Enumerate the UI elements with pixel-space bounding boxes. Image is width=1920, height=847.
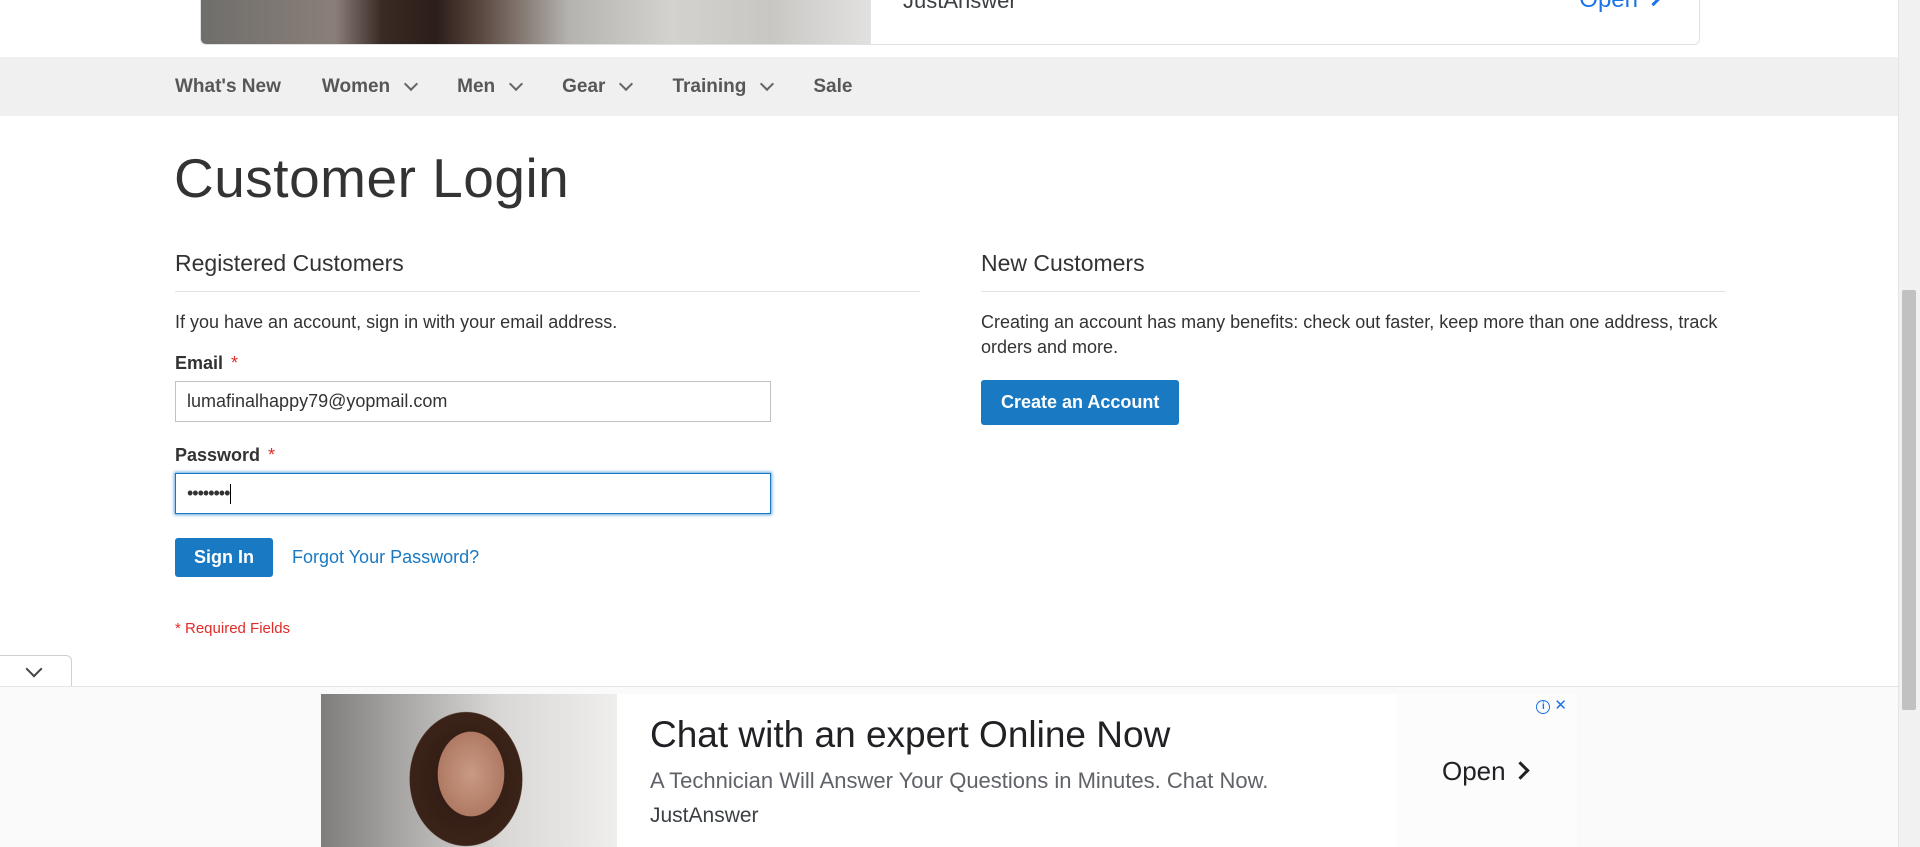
email-label: Email * <box>175 353 239 373</box>
chevron-down-icon[interactable] <box>404 76 419 91</box>
registered-customers-block: Registered Customers If you have an acco… <box>175 250 920 637</box>
create-account-button[interactable]: Create an Account <box>981 380 1180 425</box>
new-customers-block: New Customers Creating an account has ma… <box>981 250 1726 425</box>
ad-open-button[interactable]: Open <box>1442 756 1530 787</box>
nav-item-sale[interactable]: Sale <box>813 76 852 98</box>
registered-intro-text: If you have an account, sign in with you… <box>175 312 618 332</box>
adchoices-controls[interactable]: i ✕ <box>1536 696 1567 714</box>
nav-item-gear[interactable]: Gear <box>562 75 634 98</box>
new-customers-text: Creating an account has many benefits: c… <box>981 312 1718 357</box>
nav-item-women[interactable]: Women <box>321 75 419 98</box>
chevron-down-icon[interactable] <box>509 76 524 91</box>
sign-in-button[interactable]: Sign In <box>175 538 273 577</box>
page-title: Customer Login <box>174 147 570 209</box>
ad-brand: JustAnswer <box>650 804 759 827</box>
chevron-right-icon <box>1645 0 1662 7</box>
forgot-password-link[interactable]: Forgot Your Password? <box>292 547 479 568</box>
registered-customers-title: Registered Customers <box>175 250 920 292</box>
password-label: Password * <box>175 445 276 465</box>
close-icon[interactable]: ✕ <box>1554 697 1567 714</box>
scrollbar-thumb[interactable] <box>1902 290 1916 710</box>
required-asterisk: * <box>231 353 239 373</box>
nav-item-label: Gear <box>562 75 606 97</box>
ad-description: A Technician Will Answer Your Questions … <box>650 768 1269 793</box>
main-navigation: What's New Women Men Gear Training Sale <box>0 57 1898 116</box>
ad-photo <box>201 0 871 44</box>
chevron-right-icon <box>1510 761 1530 780</box>
page-scrollbar[interactable] <box>1898 0 1920 847</box>
required-asterisk: * <box>268 445 276 465</box>
nav-item-training[interactable]: Training <box>672 75 775 98</box>
new-customers-title: New Customers <box>981 250 1726 292</box>
ad-headline[interactable]: Chat with an expert Online Now <box>650 714 1170 756</box>
email-field[interactable]: lumafinalhappy79@yopmail.com <box>175 381 771 422</box>
password-field[interactable]: •••••••• <box>175 473 771 514</box>
top-ad-banner[interactable]: JustAnswer Open <box>200 0 1700 45</box>
nav-item-label: What's New <box>175 75 281 97</box>
info-icon[interactable]: i <box>1536 700 1551 714</box>
nav-item-label: Women <box>321 75 391 97</box>
chevron-down-icon <box>25 660 43 678</box>
text-cursor <box>230 484 232 505</box>
nav-item-men[interactable]: Men <box>457 75 524 98</box>
chevron-down-icon[interactable] <box>619 76 634 91</box>
ad-brand: JustAnswer <box>903 0 1017 13</box>
collapse-ad-tab[interactable] <box>0 655 72 686</box>
required-fields-note: * Required Fields <box>175 620 291 637</box>
nav-item-label: Training <box>672 75 747 97</box>
nav-item-what-s-new[interactable]: What's New <box>175 76 281 98</box>
bottom-ad-banner[interactable]: Chat with an expert Online Now A Technic… <box>321 694 1577 847</box>
nav-item-label: Sale <box>813 75 853 97</box>
nav-item-label: Men <box>457 75 496 97</box>
chevron-down-icon[interactable] <box>760 76 775 91</box>
ad-photo <box>321 694 617 847</box>
ad-open-button[interactable]: Open <box>1579 0 1662 12</box>
